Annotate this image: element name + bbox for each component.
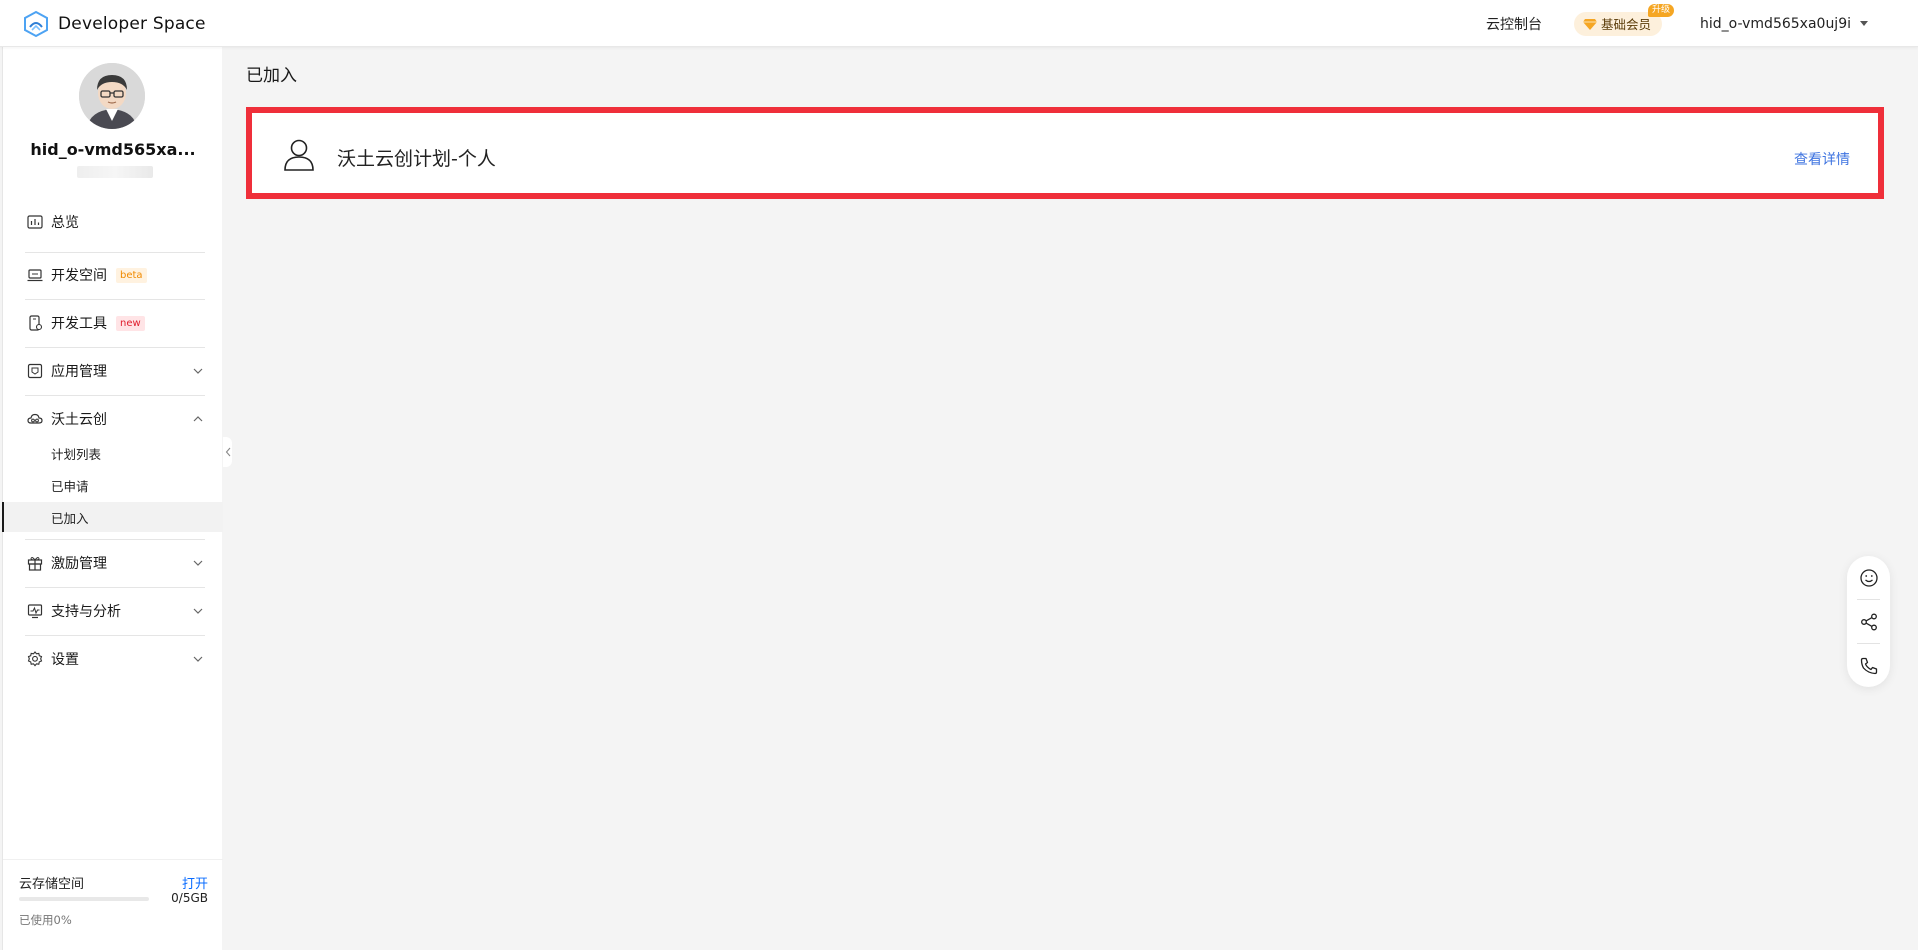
sidebar-item-label: 开发空间 [51,268,107,284]
cloud-storage-panel: 云存储空间 打开 0/5GB 已使用0% [3,859,223,950]
sidebar-subitem-label: 已加入 [51,510,89,526]
profile-sub-blurred [77,166,153,178]
divider [25,252,205,253]
vip-label: 基础会员 [1600,17,1651,32]
sidebar-item-dev-space[interactable]: 开发空间 beta [3,257,223,293]
divider [25,539,205,540]
sidebar-subitem-plan-list[interactable]: 计划列表 [3,438,223,468]
view-details-link[interactable]: 查看详情 [1794,149,1850,169]
sidebar-item-label: 支持与分析 [51,604,121,620]
app-manage-icon [27,363,43,379]
sidebar-item-label: 沃土云创 [51,412,107,428]
phone-icon [1860,657,1877,674]
sidebar-item-app-management[interactable]: 应用管理 [3,353,223,389]
sidebar-subitem-label: 已申请 [51,478,89,494]
brand-name: Developer Space [58,14,206,34]
divider [25,299,205,300]
contact-button[interactable] [1847,644,1890,687]
storage-size: 0/5GB [171,891,208,905]
sidebar-item-dev-tools[interactable]: 开发工具 new [3,305,223,341]
developer-space-logo-icon [24,10,48,38]
share-icon [1860,613,1877,630]
sidebar-item-incentive[interactable]: 激励管理 [3,545,223,581]
sidebar-item-overview[interactable]: 总览 [3,204,223,240]
sidebar: hid_o-vmd565xa... 总览 开发空间 beta 开发工具 new … [2,47,232,950]
caret-down-icon [1860,21,1868,26]
storage-open-link[interactable]: 打开 [182,873,208,892]
share-button[interactable] [1847,600,1890,643]
sidebar-item-wotu-cloud[interactable]: 沃土云创 [3,401,223,437]
vip-badge[interactable]: 基础会员 升级 [1573,3,1674,36]
sidebar-collapse-handle[interactable] [223,437,232,467]
sidebar-subitem-applied[interactable]: 已申请 [3,470,223,500]
avatar[interactable] [79,63,145,129]
storage-title: 云存储空间 [19,877,85,892]
chevron-down-icon [193,608,203,614]
sidebar-item-label: 应用管理 [51,364,107,380]
divider [25,395,205,396]
diamond-icon [1582,18,1597,30]
storage-progress-bar [19,897,149,901]
sidebar-item-label: 激励管理 [51,556,107,572]
tool-icon [29,315,43,331]
feedback-button[interactable] [1847,556,1890,599]
plan-card[interactable]: 沃土云创计划-个人 查看详情 [246,107,1884,199]
new-badge: new [116,315,145,331]
brand[interactable]: Developer Space [22,10,206,38]
sidebar-item-settings[interactable]: 设置 [3,641,223,677]
sidebar-item-support-analysis[interactable]: 支持与分析 [3,593,223,629]
sidebar-subitem-label: 计划列表 [51,446,102,462]
divider [25,635,205,636]
dashboard-icon [27,215,43,229]
page-title: 已加入 [246,66,297,86]
profile-name: hid_o-vmd565xa... [30,140,196,159]
gear-icon [27,651,43,667]
sidebar-item-label: 总览 [51,215,79,231]
cloud-console-link[interactable]: 云控制台 [1486,14,1542,34]
laptop-icon [27,269,43,282]
chevron-left-icon [225,447,230,457]
divider [25,587,205,588]
chevron-down-icon [193,656,203,662]
divider [25,347,205,348]
user-menu[interactable]: hid_o-vmd565xa0uj9i [1700,16,1868,32]
user-icon [284,139,314,171]
beta-badge: beta [116,267,147,283]
top-bar: Developer Space 云控制台 基础会员 升级 hid_o-vmd56… [0,0,1918,47]
chevron-down-icon [193,368,203,374]
top-right-actions: 云控制台 基础会员 升级 hid_o-vmd565xa0uj9i [1486,0,1868,47]
sidebar-subitem-joined[interactable]: 已加入 [2,502,223,532]
floating-toolbar [1847,556,1890,687]
avatar-image [79,63,145,129]
sidebar-item-label: 设置 [51,652,79,668]
storage-used-text: 已使用0% [19,913,72,927]
username: hid_o-vmd565xa0uj9i [1699,15,1851,32]
gift-icon [27,557,43,571]
chevron-down-icon [193,560,203,566]
cloud-icon [27,413,43,424]
sidebar-item-label: 开发工具 [51,316,107,332]
upgrade-tag[interactable]: 升级 [1647,3,1674,17]
chevron-up-icon [193,416,203,422]
analysis-icon [27,604,43,619]
plan-name: 沃土云创计划-个人 [337,148,496,170]
smile-icon [1859,568,1878,587]
